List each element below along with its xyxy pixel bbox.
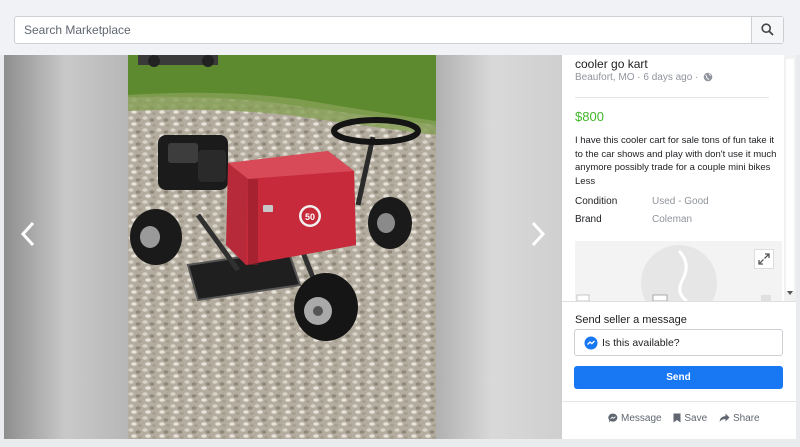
previous-photo-arrow[interactable] — [16, 218, 40, 250]
messenger-icon — [584, 336, 598, 350]
share-arrow-icon — [719, 413, 730, 422]
top-bar: Search Marketplace — [0, 0, 800, 55]
divider — [575, 97, 769, 98]
listing-title: cooler go kart — [575, 57, 648, 71]
listing-posted-time: 6 days ago — [643, 72, 693, 83]
message-text[interactable]: Is this available? — [602, 337, 680, 349]
message-input[interactable]: Is this available? — [574, 329, 783, 356]
listing-photo: 50 — [128, 55, 436, 439]
detail-value-brand: Coleman — [652, 214, 693, 225]
detail-label-brand: Brand — [575, 214, 602, 225]
send-button[interactable]: Send — [574, 366, 783, 389]
listing-location[interactable]: Beaufort, MO — [575, 72, 634, 83]
send-message-heading: Send seller a message — [575, 314, 687, 326]
cooler-badge: 50 — [305, 212, 315, 222]
save-action-label: Save — [684, 413, 708, 424]
listing-actions: Message Save Share — [608, 413, 769, 424]
meta-separator-2: · — [695, 72, 699, 83]
page-bottom-edge — [0, 439, 800, 447]
listing-meta: Beaufort, MO · 6 days ago · — [575, 72, 713, 83]
show-less-link[interactable]: Less — [575, 176, 595, 187]
bookmark-icon — [673, 413, 681, 423]
scrollbar-thumb[interactable] — [786, 59, 794, 291]
search-button[interactable] — [751, 17, 783, 43]
description-text: I have this cooler cart for sale tons of… — [575, 135, 777, 173]
messenger-bubble-icon — [608, 413, 618, 423]
detail-label-condition: Condition — [575, 196, 618, 207]
message-action[interactable]: Message — [608, 413, 662, 424]
location-map[interactable] — [575, 241, 782, 301]
map-graphic — [575, 241, 782, 301]
photo-viewer: 50 — [4, 55, 562, 439]
next-photo-arrow[interactable] — [526, 218, 550, 250]
map-expand-button[interactable] — [754, 249, 774, 269]
share-action-label: Share — [732, 413, 760, 424]
share-action[interactable]: Share — [719, 413, 760, 424]
listing-details-panel: cooler go kart Beaufort, MO · 6 days ago… — [562, 55, 796, 439]
search-icon — [761, 23, 774, 36]
listing-description: I have this cooler cart for sale tons of… — [575, 134, 780, 188]
search-bar[interactable]: Search Marketplace — [14, 16, 784, 44]
divider — [562, 301, 796, 302]
meta-separator: · — [637, 72, 641, 83]
globe-icon — [703, 72, 713, 82]
search-input[interactable]: Search Marketplace — [24, 23, 131, 37]
message-action-label: Message — [621, 413, 662, 424]
divider — [562, 401, 796, 402]
save-action[interactable]: Save — [673, 413, 707, 424]
listing-price: $800 — [575, 109, 604, 124]
detail-value-condition: Used - Good — [652, 196, 709, 207]
expand-icon — [758, 253, 770, 265]
scroll-down-arrow-icon[interactable] — [787, 291, 793, 295]
